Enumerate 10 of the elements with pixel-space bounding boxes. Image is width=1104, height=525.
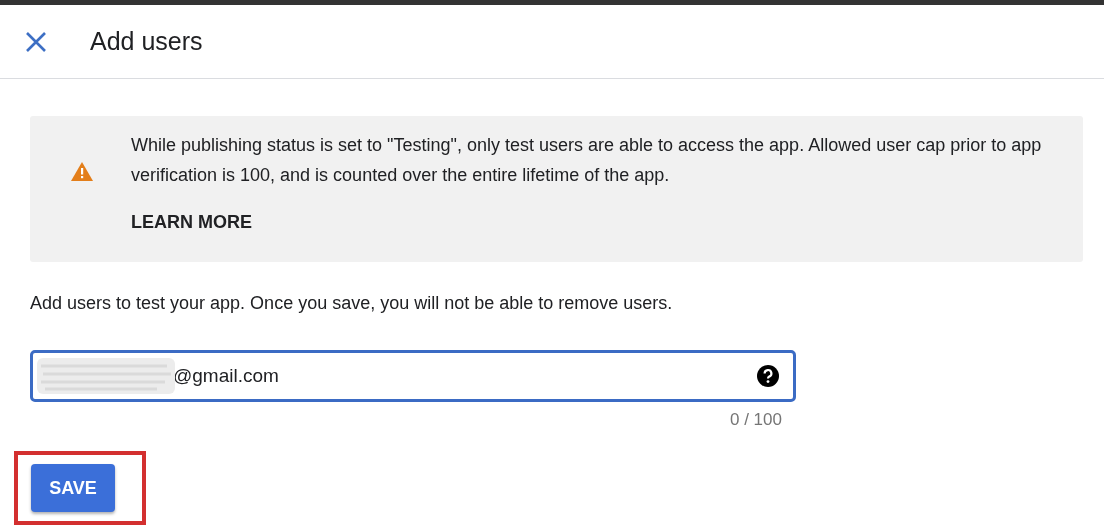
- dialog-title: Add users: [90, 27, 203, 56]
- save-button[interactable]: SAVE: [31, 464, 115, 512]
- character-counter: 0 / 100: [729, 410, 782, 430]
- learn-more-link[interactable]: LEARN MORE: [131, 212, 252, 233]
- close-icon: [25, 30, 47, 53]
- close-button[interactable]: [25, 30, 47, 53]
- warning-icon: [71, 162, 93, 181]
- instruction-text: Add users to test your app. Once you save, you will not be able to remove users.: [30, 292, 674, 314]
- notice-text: While publishing status is set to "Testing", only test users are able to access the app. Allowed user cap prior to app verification is 100, and is counted over the entire lifetime of the app.: [131, 134, 1043, 187]
- help-icon[interactable]: [757, 365, 779, 387]
